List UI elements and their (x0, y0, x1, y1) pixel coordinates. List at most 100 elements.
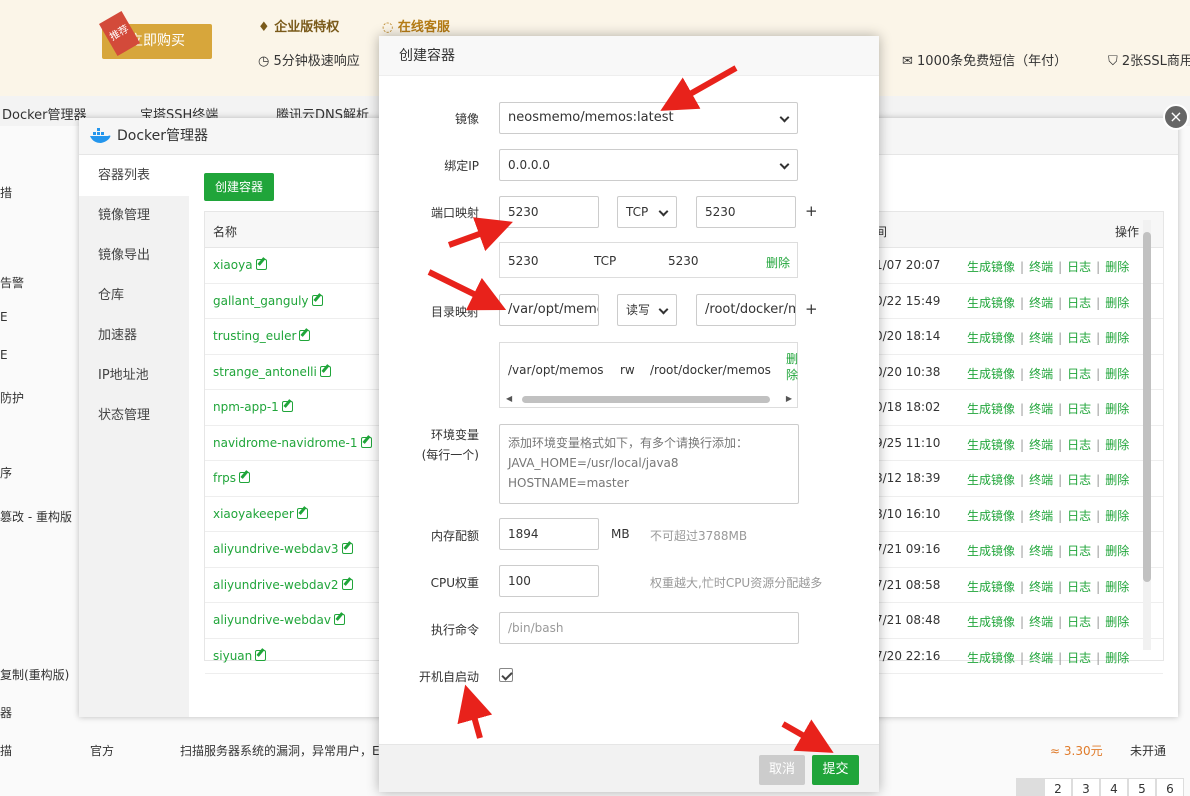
autostart-checkbox[interactable] (499, 668, 513, 682)
op-link[interactable]: 生成镜像 (967, 367, 1015, 381)
op-link[interactable]: 生成镜像 (967, 651, 1015, 665)
op-link[interactable]: 日志 (1067, 331, 1091, 345)
container-name-link[interactable]: navidrome-navidrome-1 (213, 436, 372, 450)
pager-page[interactable]: 2 (1044, 778, 1072, 796)
scroll-right-icon[interactable]: ▶ (786, 394, 792, 403)
op-link[interactable]: 删除 (1105, 580, 1129, 594)
create-container-button[interactable]: 创建容器 (204, 173, 274, 201)
op-link[interactable]: 日志 (1067, 402, 1091, 416)
op-link[interactable]: 终端 (1029, 509, 1053, 523)
sidebar-item-accelerator[interactable]: 加速器 (79, 316, 189, 356)
image-select[interactable]: neosmemo/memos:latest (499, 102, 798, 134)
edit-icon[interactable] (341, 578, 353, 590)
dir-mode-select[interactable]: 读写 (617, 294, 677, 326)
container-name-link[interactable]: npm-app-1 (213, 400, 293, 414)
op-link[interactable]: 日志 (1067, 615, 1091, 629)
container-name-link[interactable]: siyuan (213, 649, 267, 663)
sidebar-item-image-export[interactable]: 镜像导出 (79, 236, 189, 276)
bind-ip-select[interactable]: 0.0.0.0 (499, 149, 798, 181)
op-link[interactable]: 删除 (1105, 473, 1129, 487)
op-link[interactable]: 删除 (1105, 331, 1129, 345)
pager-page[interactable]: 6 (1156, 778, 1184, 796)
op-link[interactable]: 日志 (1067, 580, 1091, 594)
add-dir-icon[interactable]: + (805, 300, 818, 318)
op-link[interactable]: 终端 (1029, 367, 1053, 381)
op-link[interactable]: 终端 (1029, 651, 1053, 665)
port-protocol-select[interactable]: TCP (617, 196, 677, 228)
edit-icon[interactable] (311, 294, 323, 306)
op-link[interactable]: 终端 (1029, 544, 1053, 558)
host-port-input[interactable]: 5230 (499, 196, 599, 228)
container-name-link[interactable]: aliyundrive-webdav (213, 613, 345, 627)
pager-1[interactable] (1016, 778, 1044, 796)
op-link[interactable]: 日志 (1067, 544, 1091, 558)
op-link[interactable]: 终端 (1029, 296, 1053, 310)
container-name-link[interactable]: aliyundrive-webdav2 (213, 578, 353, 592)
scrollbar-thumb[interactable] (1143, 232, 1151, 582)
edit-icon[interactable] (255, 259, 267, 270)
op-link[interactable]: 日志 (1067, 260, 1091, 274)
edit-icon[interactable] (360, 436, 372, 448)
dir-list-hscrollbar[interactable]: ◀ ▶ (506, 393, 792, 405)
host-dir-input[interactable]: /var/opt/memo (499, 294, 599, 326)
container-dir-input[interactable]: /root/docker/m (696, 294, 796, 326)
edit-icon[interactable] (239, 472, 251, 483)
op-link[interactable]: 终端 (1029, 473, 1053, 487)
dir-row-delete-link[interactable]: 删除 (786, 351, 798, 383)
tab-docker[interactable]: Docker管理器 (2, 104, 87, 123)
edit-icon[interactable] (296, 507, 308, 519)
op-link[interactable]: 删除 (1105, 402, 1129, 416)
container-name-link[interactable]: strange_antonelli (213, 365, 331, 379)
container-name-link[interactable]: xiaoyakeeper (213, 507, 308, 521)
edit-icon[interactable] (255, 649, 267, 661)
op-link[interactable]: 生成镜像 (967, 331, 1015, 345)
sidebar-item-images[interactable]: 镜像管理 (79, 196, 189, 236)
op-link[interactable]: 删除 (1105, 438, 1129, 452)
op-link[interactable]: 终端 (1029, 331, 1053, 345)
op-link[interactable]: 删除 (1105, 544, 1129, 558)
op-link[interactable]: 生成镜像 (967, 509, 1015, 523)
op-link[interactable]: 生成镜像 (967, 296, 1015, 310)
edit-icon[interactable] (281, 401, 293, 412)
op-link[interactable]: 日志 (1067, 473, 1091, 487)
container-port-input[interactable]: 5230 (696, 196, 796, 228)
enterprise-privilege-link[interactable]: ♦ 企业版特权 (258, 16, 339, 35)
op-link[interactable]: 删除 (1105, 651, 1129, 665)
submit-button[interactable]: 提交 (812, 755, 859, 785)
op-link[interactable]: 终端 (1029, 615, 1053, 629)
sidebar-item-status[interactable]: 状态管理 (79, 396, 189, 436)
op-link[interactable]: 生成镜像 (967, 544, 1015, 558)
op-link[interactable]: 生成镜像 (967, 260, 1015, 274)
container-name-link[interactable]: gallant_ganguly (213, 294, 323, 308)
op-link[interactable]: 终端 (1029, 260, 1053, 274)
op-link[interactable]: 删除 (1105, 509, 1129, 523)
online-service-link[interactable]: ◌ 在线客服 (382, 16, 450, 35)
container-name-link[interactable]: frps (213, 471, 251, 485)
edit-icon[interactable] (319, 365, 331, 377)
op-link[interactable]: 终端 (1029, 580, 1053, 594)
memory-input[interactable]: 1894 (499, 518, 599, 550)
scroll-left-icon[interactable]: ◀ (506, 394, 512, 403)
pager-page[interactable]: 5 (1128, 778, 1156, 796)
op-link[interactable]: 日志 (1067, 651, 1091, 665)
op-link[interactable]: 终端 (1029, 402, 1053, 416)
edit-icon[interactable] (299, 330, 311, 341)
op-link[interactable]: 生成镜像 (967, 615, 1015, 629)
cpu-input[interactable]: 100 (499, 565, 599, 597)
op-link[interactable]: 终端 (1029, 438, 1053, 452)
op-link[interactable]: 删除 (1105, 296, 1129, 310)
edit-icon[interactable] (341, 543, 353, 554)
add-port-icon[interactable]: + (805, 202, 818, 220)
op-link[interactable]: 生成镜像 (967, 473, 1015, 487)
port-row-delete-link[interactable]: 删除 (766, 254, 790, 271)
pager-page[interactable]: 3 (1072, 778, 1100, 796)
op-link[interactable]: 生成镜像 (967, 402, 1015, 416)
sidebar-item-registry[interactable]: 仓库 (79, 276, 189, 316)
op-link[interactable]: 生成镜像 (967, 438, 1015, 452)
buy-now-button[interactable]: 推荐 立即购买 (99, 11, 212, 59)
container-name-link[interactable]: trusting_euler (213, 329, 311, 343)
op-link[interactable]: 删除 (1105, 367, 1129, 381)
op-link[interactable]: 删除 (1105, 260, 1129, 274)
hscroll-thumb[interactable] (522, 396, 770, 403)
container-name-link[interactable]: aliyundrive-webdav3 (213, 542, 353, 556)
